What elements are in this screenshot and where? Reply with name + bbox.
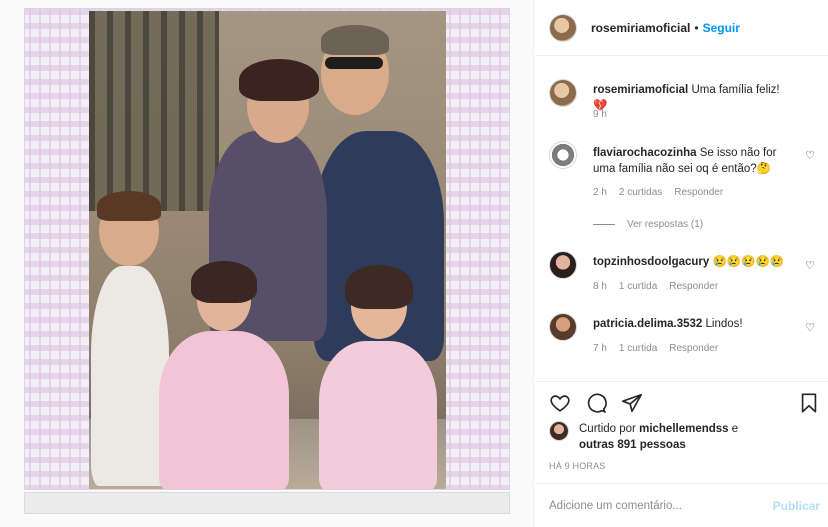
comments-list[interactable]: rosemiriamoficial Uma família feliz!💔 9 … [535, 57, 828, 381]
comment-likes[interactable]: 2 curtidas [619, 187, 662, 198]
heart-icon[interactable] [549, 392, 573, 416]
likes-summary: Curtido por michellemendss e outras 891 … [549, 421, 819, 453]
family-photo [89, 11, 446, 489]
comment-input[interactable] [549, 499, 759, 512]
commenter-avatar[interactable] [549, 251, 577, 279]
caption-author-avatar[interactable] [549, 79, 577, 107]
comment-time[interactable]: 8 h [593, 281, 607, 292]
publish-button[interactable]: Publicar [773, 499, 820, 513]
post-timestamp[interactable]: HÁ 9 HORAS [549, 461, 606, 471]
replies-line [593, 224, 615, 225]
view-replies-button[interactable]: Ver respostas (1) [593, 219, 703, 230]
post-header: rosemiriamoficial • Seguir [535, 0, 828, 56]
comment-reply-button[interactable]: Responder [669, 281, 718, 292]
liker-avatar[interactable] [549, 421, 569, 441]
author-username[interactable]: rosemiriamoficial [591, 21, 690, 35]
post-side-panel: rosemiriamoficial • Seguir rosemiriamofi… [535, 0, 828, 527]
post-media-area [0, 0, 534, 527]
separator-dot: • [694, 20, 699, 35]
comment-author[interactable]: topzinhosdoolgacury [593, 256, 709, 268]
bookmark-icon[interactable] [798, 392, 822, 416]
caption-author[interactable]: rosemiriamoficial [593, 84, 688, 96]
post-image-frame[interactable] [24, 8, 510, 490]
likes-others-link[interactable]: outras 891 pessoas [579, 439, 686, 451]
iron-gate [89, 11, 219, 211]
comment-like-heart-icon[interactable]: ♡ [805, 149, 815, 162]
comment-time[interactable]: 2 h [593, 187, 607, 198]
boy-figure [91, 266, 169, 486]
comment-like-heart-icon[interactable]: ♡ [805, 259, 815, 272]
girl-figure-left [159, 331, 289, 489]
comment-like-heart-icon[interactable]: ♡ [805, 321, 815, 334]
comment-reply-button[interactable]: Responder [674, 187, 723, 198]
comment-time[interactable]: 7 h [593, 343, 607, 354]
likes-connector: e [731, 423, 739, 435]
view-replies-label: Ver respostas (1) [627, 219, 704, 230]
action-bar [535, 381, 828, 425]
follow-button[interactable]: Seguir [703, 21, 740, 35]
author-avatar[interactable] [549, 13, 577, 42]
comment-likes[interactable]: 1 curtida [619, 343, 657, 354]
girl-figure-right [319, 341, 437, 489]
comment-icon[interactable] [585, 392, 609, 416]
comment-reply-button[interactable]: Responder [669, 343, 718, 354]
comment-text: 😢😢😢😢😢 [712, 256, 785, 268]
comment-author[interactable]: patricia.delima.3532 [593, 318, 702, 330]
commenter-avatar[interactable] [549, 141, 577, 169]
add-comment-bar: Publicar [535, 483, 828, 527]
caption-time[interactable]: 9 h [593, 109, 607, 120]
likes-prefix: Curtido por [579, 423, 636, 435]
commenter-avatar[interactable] [549, 313, 577, 341]
liker-username[interactable]: michellemendss [639, 423, 728, 435]
comment-text: Lindos! [705, 318, 743, 330]
comment-author[interactable]: flaviarochacozinha [593, 147, 697, 159]
comment-likes[interactable]: 1 curtida [619, 281, 657, 292]
paper-plane-icon[interactable] [621, 392, 645, 416]
media-bottom-band [24, 492, 510, 514]
